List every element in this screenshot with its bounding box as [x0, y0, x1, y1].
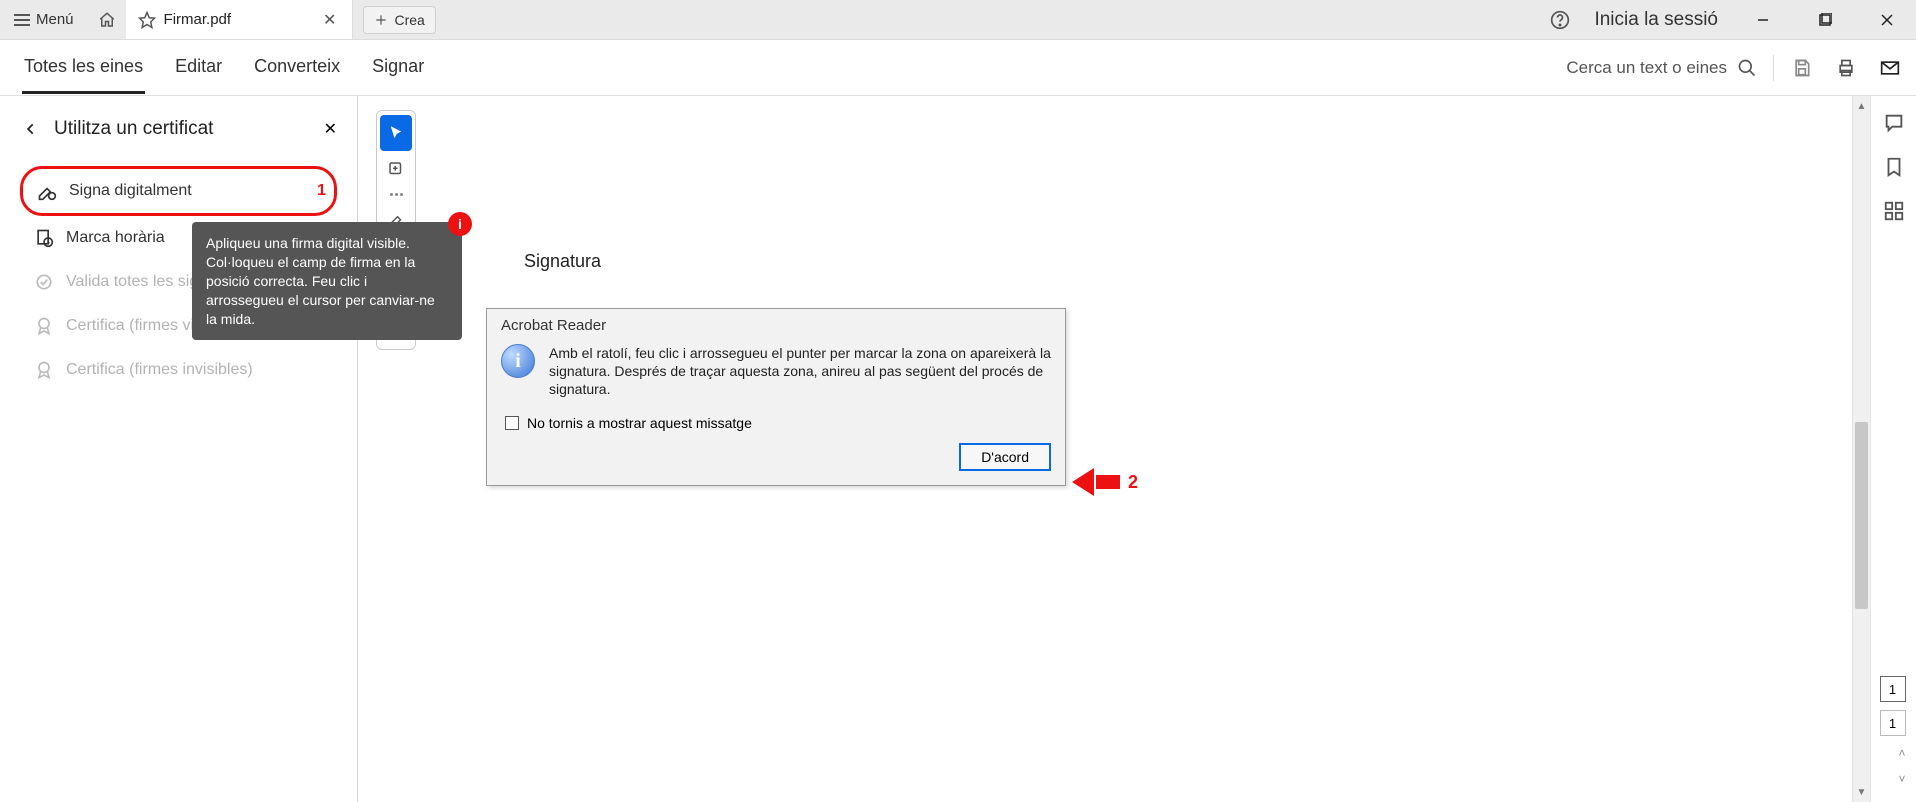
scroll-track[interactable] — [1853, 116, 1870, 782]
vertical-scrollbar[interactable]: ▲ ▼ — [1852, 96, 1870, 802]
pen-badge-icon — [37, 181, 57, 201]
home-button[interactable] — [88, 0, 126, 39]
action-certify-invisible: Certifica (firmes invisibles) — [20, 348, 337, 392]
star-icon — [138, 11, 156, 29]
menu-label: Menú — [36, 11, 74, 28]
annotation-step-1: 1 — [317, 182, 326, 200]
scroll-up-icon[interactable]: ▲ — [1857, 96, 1867, 116]
ribbon-outline-icon — [34, 360, 54, 380]
dialog-checkbox-row[interactable]: No tornis a mostrar aquest missatge — [487, 409, 1065, 443]
print-button[interactable] — [1824, 48, 1868, 88]
bookmarks-button[interactable] — [1883, 156, 1905, 178]
action-label: Marca horària — [66, 229, 165, 247]
panel-close-button[interactable]: ✕ — [324, 119, 337, 139]
chevron-left-icon — [24, 119, 38, 139]
separator — [1773, 55, 1774, 81]
window-minimize[interactable] — [1734, 0, 1792, 39]
create-button[interactable]: Crea — [363, 6, 435, 34]
page-down-button[interactable]: ˅ — [1898, 770, 1905, 788]
info-badge-icon: i — [448, 212, 472, 236]
dialog-actions: D'acord — [487, 443, 1065, 485]
ribbon-icon — [34, 316, 54, 336]
create-label: Crea — [394, 12, 424, 28]
checkbox-icon[interactable] — [505, 416, 519, 430]
toolbar: Totes les eines Editar Converteix Signar… — [0, 40, 1916, 96]
help-icon — [1550, 10, 1570, 30]
nav-convert[interactable]: Converteix — [252, 42, 342, 94]
dialog-title: Acrobat Reader — [487, 309, 1065, 344]
scroll-thumb[interactable] — [1855, 422, 1868, 608]
text-plus-icon — [387, 160, 405, 178]
page-navigator: 1 1 ˄ ˅ — [1880, 676, 1908, 788]
window-maximize[interactable] — [1796, 0, 1854, 39]
document-clock-icon — [34, 228, 54, 248]
checkbox-label: No tornis a mostrar aquest missatge — [527, 415, 752, 431]
annotation-step-2: 2 — [1128, 472, 1138, 493]
dialog-text: Amb el ratolí, feu clic i arrossegueu el… — [549, 344, 1051, 399]
print-icon — [1836, 58, 1856, 78]
document-area: A Signatura Acrobat Reader i Amb el rato… — [358, 96, 1916, 802]
page-current[interactable]: 1 — [1880, 676, 1906, 702]
dialog: Acrobat Reader i Amb el ratolí, feu clic… — [486, 308, 1066, 486]
panel-title: Utilitza un certificat — [54, 118, 308, 140]
tooltip-text: Apliqueu una firma digital visible. Col·… — [206, 235, 435, 327]
signin-link[interactable]: Inicia la sessió — [1582, 9, 1730, 31]
nav-sign[interactable]: Signar — [370, 42, 426, 94]
content: Utilitza un certificat ✕ Signa digitalme… — [0, 96, 1916, 802]
document-body[interactable]: A Signatura Acrobat Reader i Amb el rato… — [358, 96, 1852, 802]
left-panel: Utilitza un certificat ✕ Signa digitalme… — [0, 96, 358, 802]
arrow-left-icon — [1072, 468, 1094, 496]
back-button[interactable] — [24, 119, 38, 139]
home-icon — [98, 11, 116, 29]
titlebar-right: Inicia la sessió — [1542, 0, 1916, 39]
mail-icon — [1879, 58, 1901, 78]
dialog-ok-button[interactable]: D'acord — [959, 443, 1051, 471]
speech-bubble-icon — [1883, 112, 1905, 134]
toolbar-nav: Totes les eines Editar Converteix Signar — [4, 42, 426, 94]
thumbnails-button[interactable] — [1883, 200, 1905, 222]
panel-header: Utilitza un certificat ✕ — [0, 110, 357, 154]
search[interactable]: Cerca un text o eines — [1566, 58, 1767, 78]
titlebar-left: Menú Firmar.pdf ✕ Crea — [0, 0, 436, 39]
tool-add-text[interactable] — [380, 151, 412, 187]
share-button[interactable] — [1868, 48, 1912, 88]
plus-icon — [374, 13, 388, 27]
tool-select[interactable] — [380, 115, 412, 151]
seal-check-icon — [34, 272, 54, 292]
right-rail: 1 1 ˄ ˅ — [1870, 96, 1916, 802]
search-icon — [1737, 58, 1757, 78]
action-label: Signa digitalment — [69, 182, 192, 200]
page-up-button[interactable]: ˄ — [1898, 744, 1905, 762]
toolbar-grip-icon[interactable] — [386, 187, 406, 201]
nav-all-tools[interactable]: Totes les eines — [22, 42, 145, 94]
save-button[interactable] — [1780, 48, 1824, 88]
cursor-icon — [387, 124, 405, 142]
scroll-down-icon[interactable]: ▼ — [1857, 782, 1867, 802]
dialog-body: i Amb el ratolí, feu clic i arrossegueu … — [487, 344, 1065, 409]
tab-close-icon[interactable]: ✕ — [319, 8, 340, 32]
titlebar: Menú Firmar.pdf ✕ Crea Inicia la sessió — [0, 0, 1916, 40]
tooltip: Apliqueu una firma digital visible. Col·… — [192, 222, 462, 340]
bookmark-icon — [1883, 156, 1905, 178]
action-label: Certifica (firmes invisibles) — [66, 361, 253, 379]
nav-edit[interactable]: Editar — [173, 42, 224, 94]
hamburger-icon — [14, 14, 30, 26]
tab-title: Firmar.pdf — [164, 11, 312, 28]
grid-icon — [1883, 200, 1905, 222]
comments-button[interactable] — [1883, 112, 1905, 134]
window-close[interactable] — [1858, 0, 1916, 39]
help-button[interactable] — [1542, 10, 1578, 30]
info-icon: i — [501, 344, 535, 378]
page-total: 1 — [1880, 710, 1906, 736]
save-icon — [1792, 58, 1812, 78]
document-tab[interactable]: Firmar.pdf ✕ — [126, 0, 354, 39]
menu-button[interactable]: Menú — [0, 0, 88, 39]
certificate-actions-list: Signa digitalment 1 Marca horària Valida… — [0, 154, 357, 404]
annotation-arrow-2: 2 — [1072, 468, 1138, 496]
document-heading: Signatura — [524, 251, 601, 272]
action-sign-digitally[interactable]: Signa digitalment 1 — [20, 166, 337, 216]
search-label: Cerca un text o eines — [1566, 58, 1727, 78]
